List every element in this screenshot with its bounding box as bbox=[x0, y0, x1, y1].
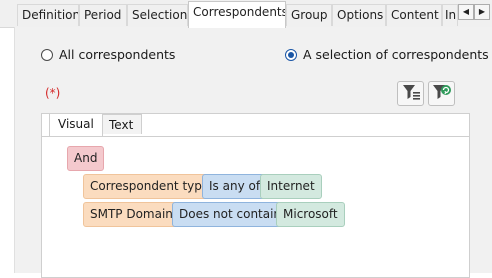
tab-selection[interactable]: Selection bbox=[127, 4, 188, 26]
tab-scroll-buttons: ◀ ▶ bbox=[458, 4, 490, 20]
condition-field-chip[interactable]: Correspondent type bbox=[83, 174, 217, 199]
tab-visual[interactable]: Visual bbox=[49, 113, 103, 136]
tab-strip: Definition Period Selection Corresponden… bbox=[0, 0, 492, 28]
add-filter-button[interactable] bbox=[428, 81, 455, 106]
required-marker: (*) bbox=[45, 86, 61, 100]
filter-clear-icon bbox=[401, 83, 421, 104]
condition-comparison-chip[interactable]: Is any of bbox=[202, 174, 268, 199]
condition-field-chip[interactable]: SMTP Domain bbox=[83, 202, 180, 227]
tab-content[interactable]: Content bbox=[386, 4, 442, 26]
filter-add-icon bbox=[432, 83, 452, 104]
tab-text[interactable]: Text bbox=[100, 114, 143, 134]
tab-group[interactable]: Group bbox=[286, 4, 332, 26]
radio-button-unchecked[interactable] bbox=[41, 48, 53, 61]
tab-correspondents[interactable]: Correspondents bbox=[188, 1, 286, 28]
operator-chip[interactable]: And bbox=[67, 146, 105, 171]
radio-selection-correspondents[interactable]: A selection of correspondents bbox=[285, 47, 489, 62]
radio-all-label: All correspondents bbox=[59, 47, 176, 62]
clear-filter-button[interactable] bbox=[397, 81, 424, 106]
tab-definition[interactable]: Definition bbox=[17, 4, 79, 26]
radio-selection-label: A selection of correspondents bbox=[303, 47, 489, 62]
radio-all-correspondents[interactable]: All correspondents bbox=[41, 47, 175, 62]
tab-scroll-left-button[interactable]: ◀ bbox=[458, 4, 474, 20]
editor-tabs: Visual Text bbox=[42, 113, 469, 137]
tab-period[interactable]: Period bbox=[79, 4, 127, 26]
condition-value-chip[interactable]: Microsoft bbox=[276, 202, 345, 227]
radio-button-checked[interactable] bbox=[285, 48, 297, 61]
correspondents-panel: All correspondents A selection of corres… bbox=[14, 27, 492, 278]
filter-editor: Visual Text And Correspondent type Is an… bbox=[41, 113, 470, 278]
tab-truncated[interactable]: In bbox=[442, 4, 458, 26]
condition-comparison-chip[interactable]: Does not contain bbox=[172, 202, 289, 227]
condition-value-chip[interactable]: Internet bbox=[260, 174, 322, 199]
tab-scroll-right-button[interactable]: ▶ bbox=[474, 4, 490, 20]
tab-options[interactable]: Options bbox=[332, 4, 386, 26]
